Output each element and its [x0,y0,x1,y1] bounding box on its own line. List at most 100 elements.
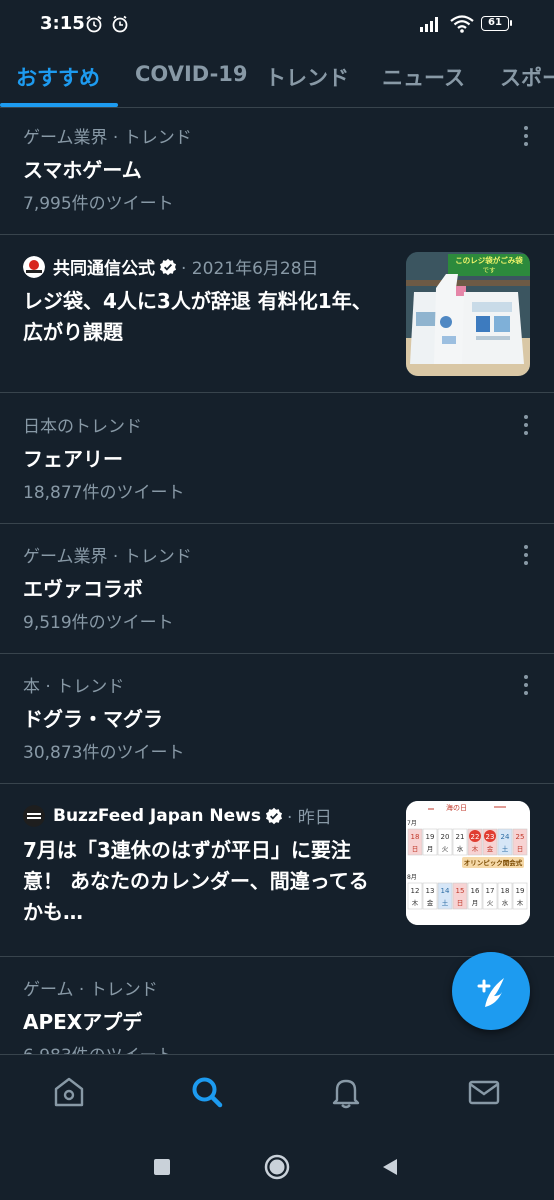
explore-feed: ゲーム業界 · トレンド スマホゲーム 7,995件のツイート 共同通信公式 ·… [0,108,554,1054]
battery-icon: 61 [481,16,512,31]
bag-sign-line2: です [483,266,497,274]
news-thumbnail-plastic-bag[interactable]: このレジ袋がごみ袋 です [406,252,530,376]
calendar-day-number: 18 [411,833,420,841]
alarm-icon [86,15,102,33]
calendar-day-number: 21 [456,833,465,841]
verified-badge-icon [159,258,177,275]
news-item[interactable]: BuzzFeed Japan News · 昨日 7月は「3連休のはずが平日」に… [0,784,554,957]
trend-context: ゲーム業界 · トレンド [23,547,192,567]
trend-topic: ドグラ・マグラ [23,707,163,731]
tab-news[interactable]: ニュース [382,62,465,92]
trend-context: 日本のトレンド [23,417,142,437]
kyodo-logo-icon [23,255,45,278]
tab-covid19[interactable]: COVID-19 [135,62,248,86]
tab-trends[interactable]: トレンド [265,62,349,92]
calendar-weekday: 木 [517,898,524,907]
tweet-count: 18,877件のツイート [23,483,185,503]
news-headline: レジ袋、4人に3人が辞退 有料化1年、広がり課題 [23,289,372,344]
calendar-weekday: 水 [457,844,464,853]
bottom-navigation [0,1054,554,1138]
trend-topic: エヴァコラボ [23,577,143,601]
tweet-count: 30,873件のツイート [23,743,185,763]
calendar-day-number: 15 [456,887,465,895]
news-source-name: BuzzFeed Japan News [53,805,261,826]
home-icon[interactable] [52,1075,86,1109]
trend-context: ゲーム · トレンド [23,980,158,1000]
calendar-weekday: 金 [487,844,494,853]
calendar-day-number: 24 [501,833,510,841]
active-tab-indicator [0,103,118,107]
calendar-weekday: 木 [472,844,479,853]
calendar-day-number: 25 [516,833,525,841]
calendar-day-number: 19 [426,833,435,841]
more-options-icon[interactable] [518,415,534,437]
search-icon[interactable] [190,1075,224,1109]
twitter-explore-screen: 3:15 61 おすすめ COVID-19 トレンド ニュース スポ ゲーム業界… [0,0,554,1200]
trend-item[interactable]: ゲーム業界 · トレンド スマホゲーム 7,995件のツイート [0,108,554,235]
calendar-weekday: 水 [502,898,509,907]
calendar-weekday: 木 [412,898,419,907]
back-triangle-icon[interactable] [380,1157,400,1177]
recent-apps-icon[interactable] [153,1158,171,1176]
news-source-name: 共同通信公式 [53,259,155,279]
calendar-day-number: 20 [441,833,450,841]
verified-badge-icon [265,807,282,824]
trend-topic: スマホゲーム [23,158,142,182]
calendar-weekday: 月 [472,899,479,907]
news-thumbnail-calendar[interactable]: 海の日 7月 18 日 19 月 20 火 21 水 22 木 23 金 24 土 25 日 オリンピック開会… [406,801,530,925]
news-date: · 昨日 [286,808,332,828]
messages-mail-icon[interactable] [467,1075,501,1109]
tweet-count: 9,519件のツイート [23,613,174,633]
bag-sign-line1: このレジ袋がごみ袋 [455,255,523,265]
tab-recommended[interactable]: おすすめ [16,62,100,92]
calendar-weekday: 日 [517,845,524,853]
home-circle-icon[interactable] [263,1153,291,1181]
news-item[interactable]: 共同通信公式 · 2021年6月28日 レジ袋、4人に3人が辞退 有料化1年、広… [0,235,554,393]
buzzfeed-logo-icon [23,804,45,827]
calendar-day-number: 23 [486,833,495,841]
tab-sports[interactable]: スポー [500,62,554,92]
calendar-olympic-banner: オリンピック開会式 [464,858,523,867]
trend-item[interactable]: ゲーム業界 · トレンド エヴァコラボ 9,519件のツイート [0,524,554,654]
alarm-clock-icon [112,15,128,33]
tweet-count: 7,995件のツイート [23,194,174,214]
plastic-bag-photo: このレジ袋がごみ袋 です [406,252,530,376]
trend-topic: APEXアプデ [23,1010,143,1034]
calendar-weekday: 土 [442,898,449,907]
tweet-count: 6,983件のツイート [23,1041,174,1054]
calendar-weekday: 金 [427,898,434,907]
calendar-weekday: 火 [487,899,494,907]
trend-item[interactable]: 日本のトレンド フェアリー 18,877件のツイート [0,393,554,524]
trend-topic: フェアリー [23,447,123,471]
more-options-icon[interactable] [518,545,534,567]
system-navigation-bar [0,1138,554,1200]
wifi-icon [450,15,474,33]
status-bar: 3:15 61 [0,0,554,46]
compose-tweet-icon [477,978,504,1007]
calendar-month-july: 7月 [407,820,417,827]
compose-tweet-button[interactable] [452,952,530,1030]
calendar-image: 海の日 7月 18 日 19 月 20 火 21 水 22 木 23 金 24 土 25 日 オリンピック開会… [406,801,530,925]
calendar-weekday: 月 [427,845,434,853]
calendar-month-august: 8月 [407,874,417,881]
news-source-row: BuzzFeed Japan News · 昨日 [23,803,332,828]
calendar-day-number: 12 [411,887,420,895]
status-time: 3:15 [40,13,85,34]
news-source-row: 共同通信公式 · 2021年6月28日 [23,254,319,279]
notifications-bell-icon[interactable] [329,1075,363,1109]
trend-context: ゲーム業界 · トレンド [23,128,192,148]
news-headline: 7月は「3連休のはずが平日」に要注意！ あなたのカレンダー、間違ってるかも… [23,838,369,924]
calendar-day-number: 14 [441,887,450,895]
more-options-icon[interactable] [518,675,534,697]
calendar-day-number: 22 [471,833,480,841]
calendar-weekday: 火 [442,845,449,853]
more-options-icon[interactable] [518,126,534,148]
trend-context: 本 · トレンド [23,677,125,697]
calendar-day-number: 16 [471,887,480,895]
signal-icon [420,17,438,32]
calendar-day-number: 19 [516,887,525,895]
calendar-day-number: 18 [501,887,510,895]
calendar-day-number: 13 [426,887,435,895]
trend-item[interactable]: 本 · トレンド ドグラ・マグラ 30,873件のツイート [0,654,554,784]
calendar-umi-label: 海の日 [446,803,467,812]
